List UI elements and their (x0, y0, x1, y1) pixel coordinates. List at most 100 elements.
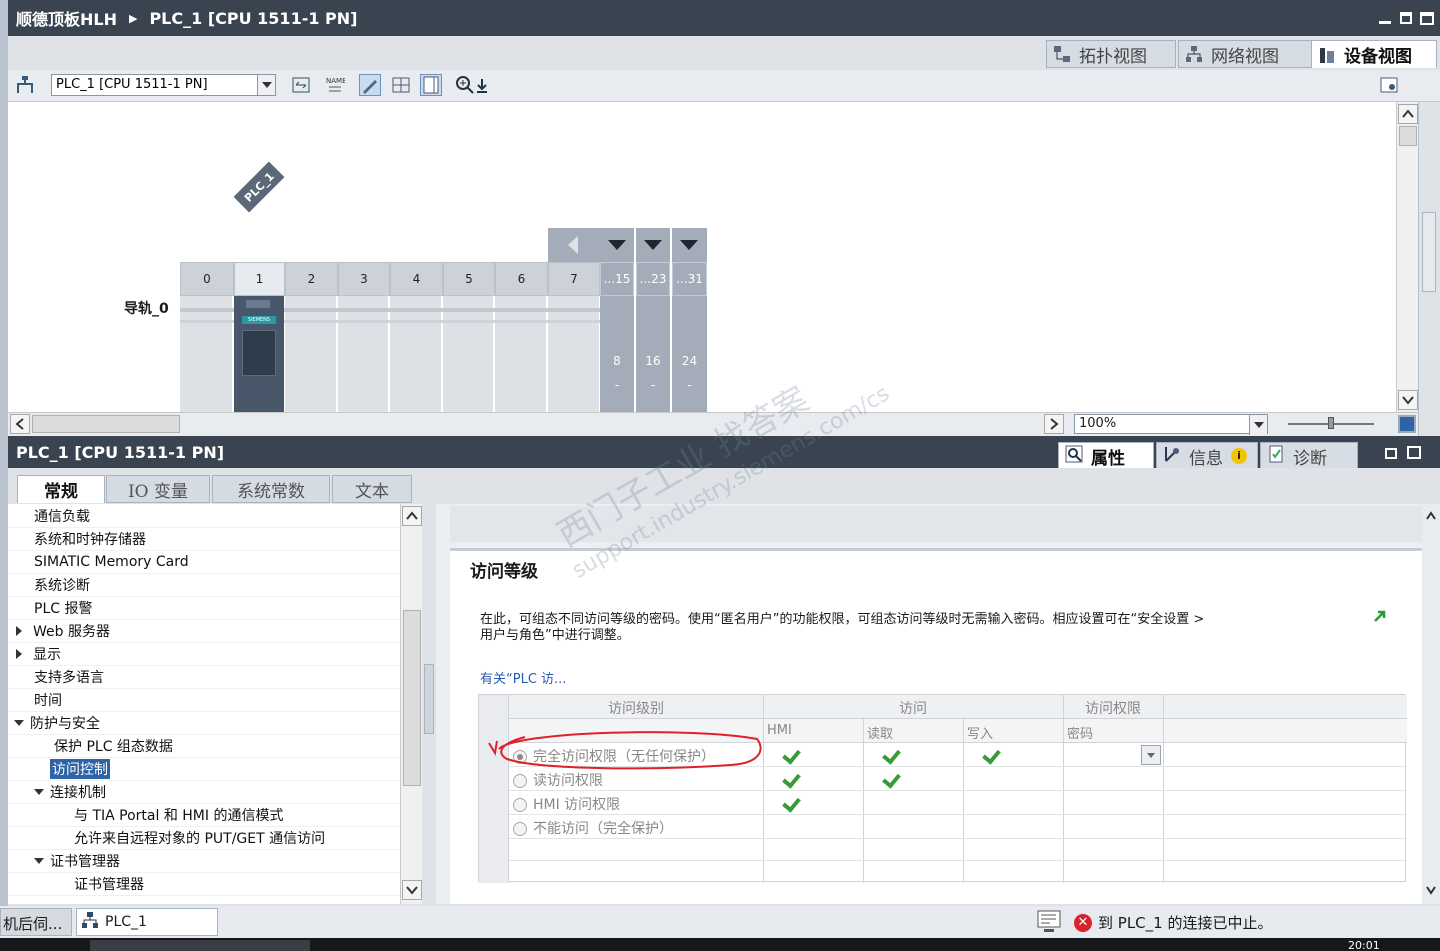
access-option-hmi[interactable]: HMI 访问权限 (513, 794, 620, 814)
subtab-system-constants[interactable]: 系统常数 (212, 475, 330, 503)
plc-tag[interactable]: PLC_1 (233, 161, 285, 213)
name-tag-icon[interactable]: NAME (324, 74, 347, 96)
ext-column-15[interactable]: ...15 8 - (600, 262, 634, 412)
panel-toggle-icon[interactable] (1378, 74, 1400, 96)
subtab-general[interactable]: 常规 (17, 475, 105, 503)
swap-icon[interactable] (290, 74, 312, 96)
device-select[interactable]: PLC_1 [CPU 1511-1 PN] (51, 74, 276, 96)
network-overview-icon[interactable] (14, 74, 36, 96)
slot-7[interactable] (548, 296, 600, 412)
scroll-right-icon[interactable] (1044, 414, 1064, 434)
tree-item-connection-mechanisms[interactable]: 连接机制 (8, 781, 400, 804)
hscroll-thumb[interactable] (32, 415, 180, 433)
scroll-left-icon[interactable] (10, 414, 30, 434)
content-scrollbar[interactable] (1422, 504, 1440, 904)
subtab-texts[interactable]: 文本 (332, 475, 412, 503)
tree-item-display[interactable]: 显示 (8, 643, 400, 666)
radio-hmi-access[interactable] (513, 798, 527, 812)
chevron-down-icon[interactable] (257, 75, 275, 95)
expand-arrow-23-icon[interactable] (636, 228, 670, 262)
os-taskbar-item[interactable] (90, 940, 310, 951)
panel-splitter[interactable] (422, 504, 436, 904)
tree-item-cert-manager[interactable]: 证书管理器 (8, 850, 400, 873)
access-option-read[interactable]: 读访问权限 (513, 770, 603, 790)
grid-icon[interactable] (390, 74, 412, 96)
tab-info[interactable]: 信息 i (1156, 442, 1258, 470)
ext-column-23[interactable]: ...23 16 - (636, 262, 670, 412)
scroll-down-icon[interactable] (1398, 390, 1418, 410)
tree-item-access-control[interactable]: 访问控制 (8, 758, 400, 781)
content-scroll-up-icon[interactable] (1424, 508, 1438, 524)
canvas-horizontal-scrollbar[interactable]: 100% (8, 412, 1418, 436)
expand-right-icon[interactable] (16, 626, 27, 636)
tree-scroll-down-icon[interactable] (402, 880, 422, 900)
layout-icon[interactable] (420, 74, 442, 96)
tree-scrollbar[interactable] (400, 504, 422, 904)
zoom-slider[interactable] (1288, 417, 1374, 429)
collapse-arrow-cell[interactable] (548, 228, 600, 262)
scroll-up-icon[interactable] (1398, 104, 1418, 124)
open-editor-plc1[interactable]: PLC_1 (76, 908, 218, 936)
tree-item-tia-hmi-mode[interactable]: 与 TIA Portal 和 HMI 的通信模式 (8, 804, 400, 827)
expand-arrow-31-icon[interactable] (672, 228, 707, 262)
slot-2[interactable] (285, 296, 337, 412)
slot-5[interactable] (443, 296, 494, 412)
canvas-vertical-scrollbar[interactable] (1396, 102, 1418, 412)
tree-item-comm-load[interactable]: 通信负载 (8, 505, 400, 528)
radio-no-access[interactable] (513, 822, 527, 836)
expand-arrow-15-icon[interactable] (600, 228, 634, 262)
tree-scroll-thumb[interactable] (403, 610, 421, 786)
collapse-panel-icon[interactable] (1422, 212, 1436, 292)
table-row[interactable]: HMI 访问权限 (509, 791, 1407, 815)
password-dropdown[interactable] (1141, 745, 1161, 765)
tree-item-web-server[interactable]: Web 服务器 (8, 620, 400, 643)
subtab-io-tags[interactable]: IO 变量 (106, 475, 210, 503)
expand-down-icon[interactable] (34, 788, 44, 800)
tree-item-cert-manager-sub[interactable]: 证书管理器 (8, 873, 400, 896)
restore-icon[interactable] (1400, 12, 1412, 24)
slot-0[interactable] (180, 296, 233, 412)
tab-topology-view[interactable]: 拓扑视图 (1046, 40, 1176, 68)
scroll-thumb[interactable] (1399, 126, 1417, 146)
tab-diagnostics[interactable]: 诊断 (1260, 442, 1358, 470)
zoom-select[interactable]: 100% (1074, 414, 1268, 435)
tree-item-put-get[interactable]: 允许来自远程对象的 PUT/GET 通信访问 (8, 827, 400, 850)
radio-read-access[interactable] (513, 774, 527, 788)
tree-item-protect-config[interactable]: 保护 PLC 组态数据 (8, 735, 400, 758)
device-canvas[interactable]: PLC_1 导轨_0 0 1 2 3 4 5 6 7 SIEMENS ...15… (8, 102, 1396, 412)
status-monitor-icon[interactable] (1036, 909, 1062, 935)
jump-link-icon[interactable] (1372, 608, 1388, 628)
zoom-down-icon[interactable] (474, 74, 490, 96)
content-scroll-down-icon[interactable] (1424, 882, 1438, 898)
access-option-none[interactable]: 不能访问（完全保护） (513, 818, 673, 838)
expand-down-icon[interactable] (14, 719, 24, 731)
tree-item-plc-alarms[interactable]: PLC 报警 (8, 597, 400, 620)
tree-item-protection-security[interactable]: 防护与安全 (8, 712, 400, 735)
slot-6[interactable] (495, 296, 547, 412)
table-row[interactable]: 不能访问（完全保护） (509, 815, 1407, 839)
zoom-in-icon[interactable] (454, 74, 476, 96)
tree-item-system-clock[interactable]: 系统和时钟存储器 (8, 528, 400, 551)
zoom-slider-thumb[interactable] (1328, 417, 1334, 429)
task-cards-collapsed-strip[interactable] (1418, 102, 1440, 436)
overview-icon[interactable] (1398, 415, 1416, 433)
tree-item-system-diagnostics[interactable]: 系统诊断 (8, 574, 400, 597)
tab-properties[interactable]: 属性 (1058, 442, 1154, 470)
tree-item-memory-card[interactable]: SIMATIC Memory Card (8, 551, 400, 574)
expand-down-icon[interactable] (34, 857, 44, 869)
splitter-handle[interactable] (424, 664, 434, 734)
slot-3[interactable] (338, 296, 389, 412)
panel-window-controls[interactable] (1384, 446, 1424, 460)
portal-view-button[interactable]: 机后伺... (0, 908, 72, 936)
tab-network-view[interactable]: 网络视图 (1178, 40, 1312, 68)
maximize-icon[interactable] (1420, 11, 1434, 25)
tree-item-time[interactable]: 时间 (8, 689, 400, 712)
ext-column-31[interactable]: ...31 24 - (672, 262, 707, 412)
expand-right-icon[interactable] (16, 649, 27, 659)
cpu-module[interactable]: SIEMENS (234, 296, 284, 412)
slot-4[interactable] (390, 296, 442, 412)
minimize-icon[interactable] (1378, 12, 1392, 24)
edit-mode-icon[interactable] (359, 74, 381, 96)
tree-item-multilingual[interactable]: 支持多语言 (8, 666, 400, 689)
help-link[interactable]: 有关“PLC 访... (480, 668, 566, 687)
